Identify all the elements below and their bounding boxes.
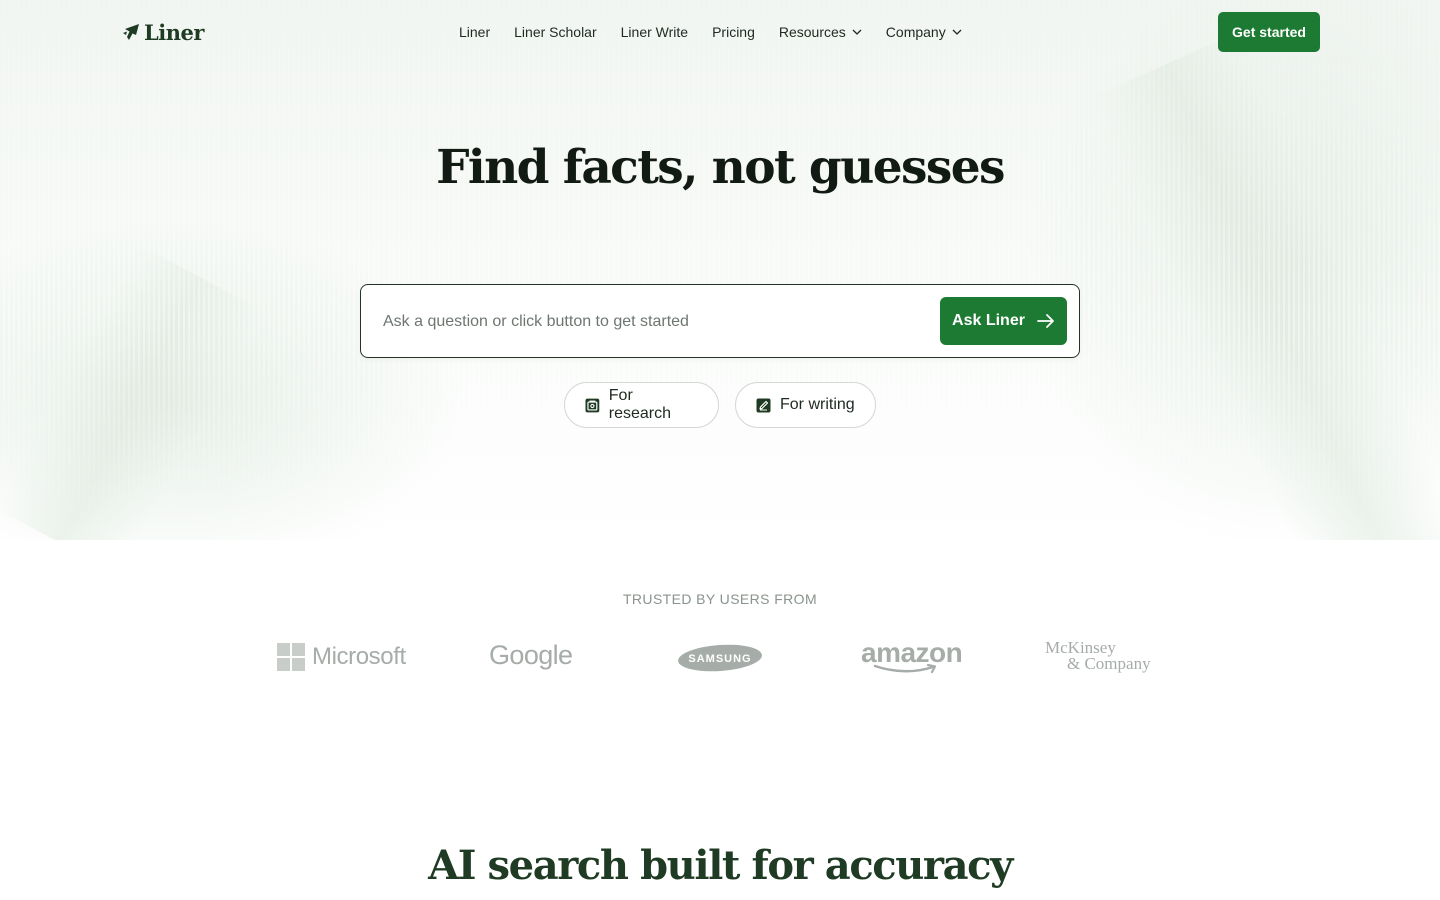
nav-item-pricing[interactable]: Pricing [712,24,755,40]
trusted-logos: Microsoft Google SAMSUNG amazon McKinsey… [0,636,1440,680]
nav-item-liner-scholar[interactable]: Liner Scholar [514,24,597,40]
research-icon [585,398,600,412]
nav-item-resources[interactable]: Resources [779,24,862,40]
samsung-logo-mark: SAMSUNG [678,644,762,672]
chevron-down-icon [852,29,862,35]
get-started-button[interactable]: Get started [1218,12,1320,52]
for-research-chip[interactable]: For research [564,382,719,428]
section-title: AI search built for accuracy [428,842,1013,889]
microsoft-logo-text: Microsoft [312,643,406,670]
hero-stripes [0,0,1440,540]
main-nav: Liner Liner Scholar Liner Write Pricing … [459,20,962,44]
amazon-logo: amazon [861,638,963,674]
nav-item-label: Resources [778,24,846,40]
arrow-right-icon [1037,314,1054,328]
nav-item-label: Pricing [712,24,755,40]
nav-item-label: Liner [459,24,491,40]
google-logo: Google [489,640,573,671]
liner-logo-icon [123,24,139,40]
microsoft-grid-icon [277,643,305,671]
hero-title: Find facts, not guesses [436,140,1005,195]
samsung-logo: SAMSUNG [677,643,763,673]
for-writing-chip[interactable]: For writing [735,382,876,428]
hero-background [0,0,1440,540]
nav-item-liner[interactable]: Liner [459,24,490,40]
search-input[interactable] [381,307,925,337]
nav-item-company[interactable]: Company [886,24,962,40]
nav-item-label: Liner Write [620,24,689,40]
logo[interactable]: Liner [122,19,204,45]
writing-icon [756,398,771,412]
microsoft-logo: Microsoft [277,643,406,671]
nav-item-label: Company [885,24,946,40]
trusted-label: TRUSTED BY USERS FROM [622,591,818,607]
mckinsey-logo-line2: & Company [1067,654,1151,673]
samsung-logo-text: SAMSUNG [688,653,751,665]
chip-label: For research [608,387,672,422]
mckinsey-logo: McKinsey & Company [1045,639,1151,673]
logo-text: Liner [144,19,204,45]
search-box: Ask Liner [360,284,1080,358]
google-logo-text: Google [489,640,573,670]
chevron-down-icon [952,29,962,35]
ask-liner-label: Ask Liner [952,312,1025,329]
chip-label: For writing [780,396,855,413]
amazon-smile-icon [873,664,937,674]
ask-liner-button[interactable]: Ask Liner [940,297,1067,345]
nav-item-label: Liner Scholar [514,24,597,40]
nav-item-liner-write[interactable]: Liner Write [621,24,688,40]
